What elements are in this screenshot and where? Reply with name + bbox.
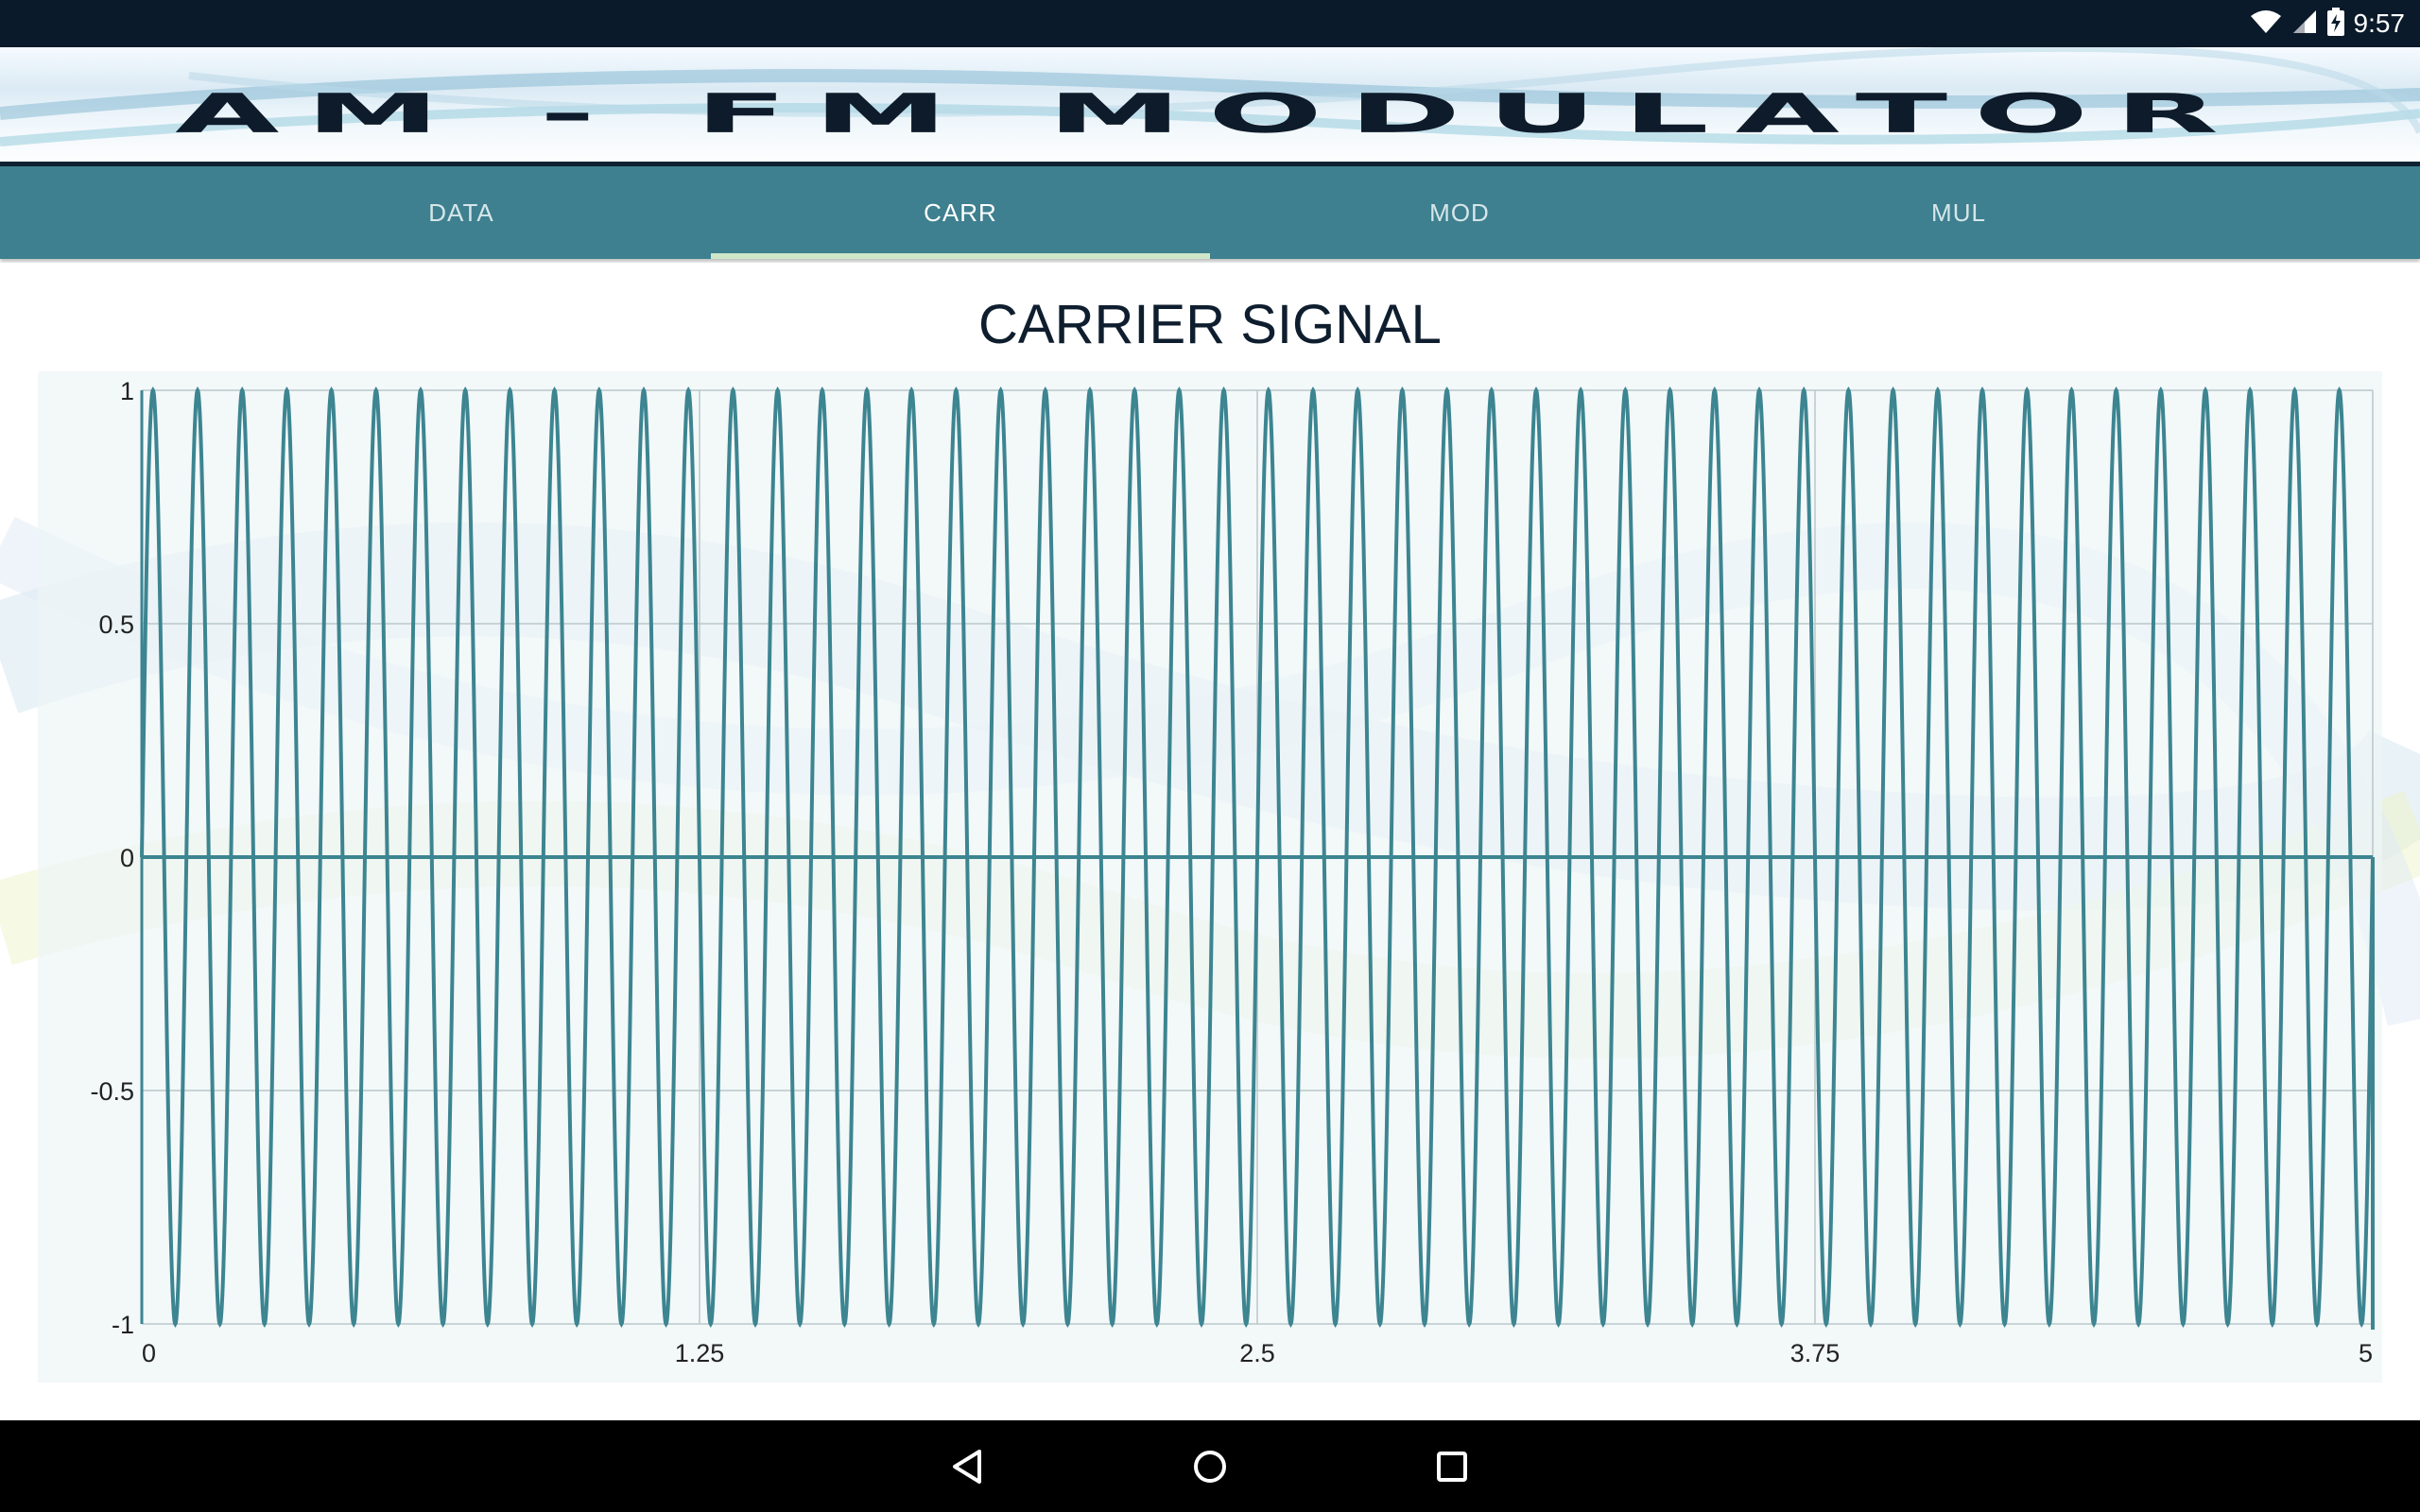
carrier-signal-chart: 0 1.25 2.5 3.75 5 1 0.5 0 -0.5 -1 [38, 371, 2382, 1383]
y-tick-label: 0 [120, 844, 134, 872]
chart-panel [38, 371, 2382, 1383]
status-time: 9:57 [2353, 9, 2406, 38]
x-tick-label: 3.75 [1790, 1339, 1841, 1367]
recents-button[interactable] [1395, 1420, 1509, 1512]
home-button[interactable] [1153, 1420, 1267, 1512]
recents-icon [1437, 1451, 1467, 1482]
back-icon [953, 1449, 981, 1484]
y-tick-label: 1 [120, 377, 134, 405]
status-bar: 9:57 [0, 0, 2420, 47]
y-tick-label: 0.5 [98, 610, 134, 639]
status-icons: 9:57 [2250, 0, 2406, 47]
x-tick-label: 5 [2359, 1339, 2373, 1367]
tab-carr[interactable]: CARR [711, 166, 1210, 259]
chart-title: CARRIER SIGNAL [978, 294, 1442, 355]
x-tick-label: 1.25 [675, 1339, 725, 1367]
y-tick-label: -0.5 [90, 1077, 134, 1106]
banner-title: AM - FM MODULATOR [175, 81, 2245, 146]
y-tick-label: -1 [112, 1311, 134, 1339]
tab-mul[interactable]: MUL [1709, 166, 2208, 259]
x-tick-label: 2.5 [1239, 1339, 1275, 1367]
battery-charging-icon [2326, 7, 2344, 41]
x-tick-label: 0 [142, 1339, 156, 1367]
cell-signal-icon [2291, 9, 2318, 40]
tab-mod[interactable]: MOD [1210, 166, 1709, 259]
tab-bar: DATA CARR MOD MUL [0, 166, 2420, 259]
tab-data[interactable]: DATA [212, 166, 711, 259]
app-banner: AM - FM MODULATOR [0, 47, 2420, 166]
chart-container: 0 1.25 2.5 3.75 5 1 0.5 0 -0.5 -1 [38, 371, 2382, 1383]
back-button[interactable] [911, 1420, 1025, 1512]
home-icon [1194, 1450, 1226, 1483]
wifi-icon [2250, 9, 2282, 40]
navigation-bar [0, 1420, 2420, 1512]
active-tab-indicator [711, 253, 1210, 259]
